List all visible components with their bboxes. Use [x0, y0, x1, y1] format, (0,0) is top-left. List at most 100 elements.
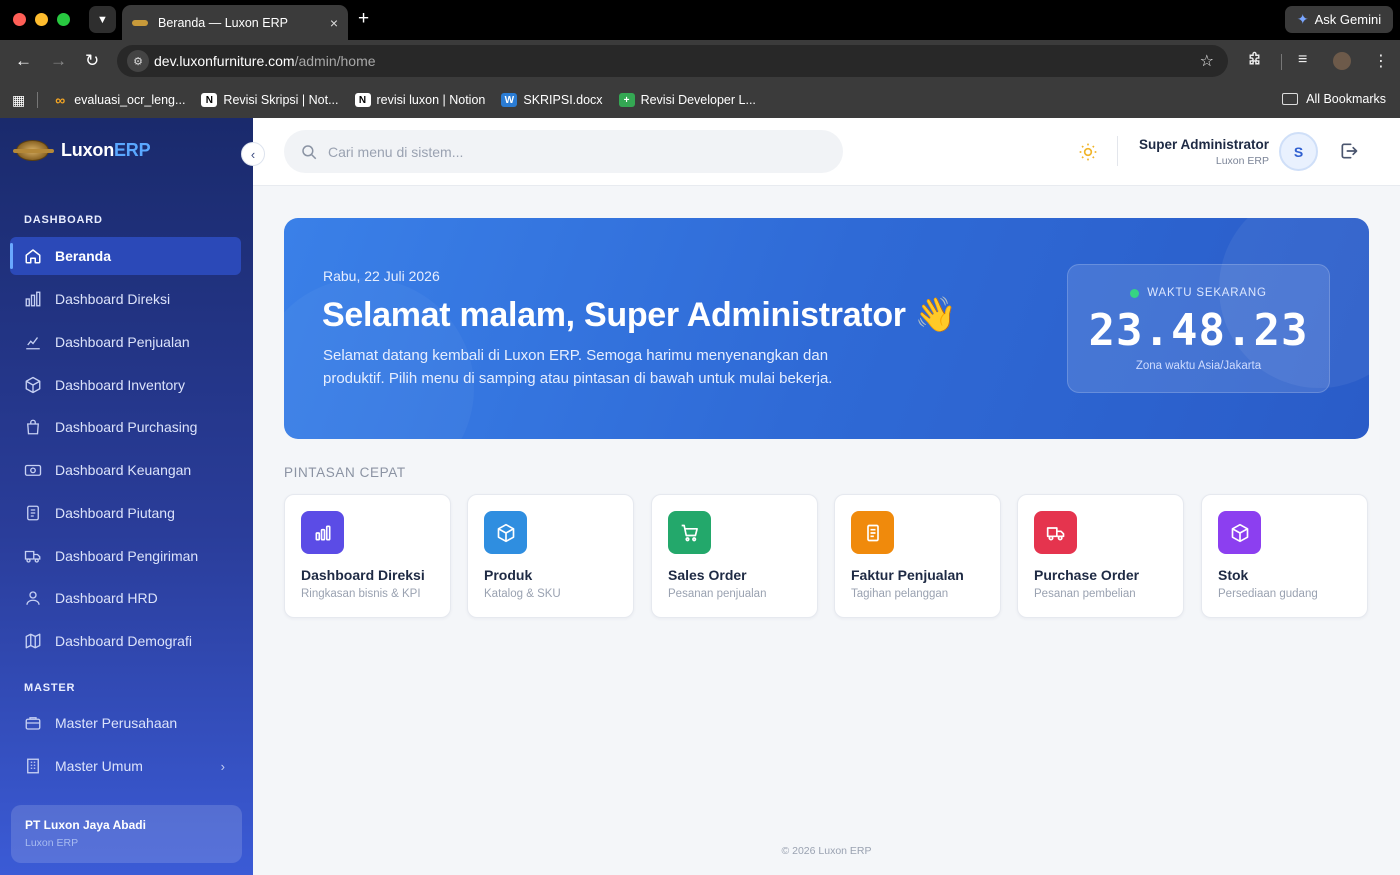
url-host: dev.luxonfurniture.com — [154, 53, 295, 69]
search-icon — [300, 143, 318, 161]
bookmark-item[interactable]: N Revisi Skripsi | Not... — [201, 93, 339, 107]
sidebar-item-dashboard-hrd[interactable]: Dashboard HRD — [10, 579, 241, 617]
favicon-icon — [132, 19, 148, 26]
bookmark-star-icon[interactable]: ☆ — [1200, 51, 1214, 71]
profile-avatar-icon[interactable] — [1333, 52, 1351, 70]
sidebar-item-dashboard-penjualan[interactable]: Dashboard Penjualan — [10, 323, 241, 361]
chevron-down-icon: ▼ — [97, 13, 108, 26]
extensions-icon[interactable] — [1246, 51, 1263, 73]
search-input[interactable] — [328, 143, 808, 160]
bookmark-label: SKRIPSI.docx — [523, 93, 603, 107]
truck-icon — [24, 547, 42, 565]
receipt-icon — [24, 504, 42, 522]
chevron-right-icon: › — [220, 758, 225, 774]
sidebar-item-master-umum[interactable]: Master Umum › — [10, 747, 241, 785]
search-box[interactable] — [284, 130, 843, 173]
shopping-bag-icon — [24, 418, 42, 436]
bookmark-item[interactable]: N revisi luxon | Notion — [354, 93, 486, 107]
bookmark-item[interactable]: ∞ evaluasi_ocr_leng... — [52, 92, 186, 108]
box-icon — [484, 511, 527, 554]
chevron-left-icon: ‹ — [250, 146, 256, 162]
shortcut-title: Purchase Order — [1034, 567, 1140, 583]
truck-icon — [1034, 511, 1077, 554]
sidebar-collapse-button[interactable]: ‹ — [241, 142, 265, 166]
sidebar-item-dashboard-pengiriman[interactable]: Dashboard Pengiriman — [10, 537, 241, 575]
sidebar-item-label: Dashboard Demografi — [55, 633, 192, 649]
site-settings-icon[interactable]: ⚙ — [127, 50, 149, 72]
user-info[interactable]: Super Administrator Luxon ERP — [1139, 137, 1269, 167]
shortcut-title: Produk — [484, 567, 533, 583]
sidebar-item-label: Master Umum — [55, 758, 143, 774]
welcome-banner: Rabu, 22 Juli 2026 Selamat malam, Super … — [284, 218, 1369, 439]
window-close-button[interactable] — [13, 13, 26, 26]
app-root: LuxonERP DASHBOARD Beranda Dashboard Dir… — [0, 118, 1400, 875]
sidebar-item-beranda[interactable]: Beranda — [10, 237, 241, 275]
section-label-master: MASTER — [24, 682, 76, 694]
shortcut-subtitle: Persediaan gudang — [1218, 588, 1318, 600]
bookmarks-bar: ▦ ∞ evaluasi_ocr_leng... N Revisi Skrips… — [0, 82, 1400, 118]
bookmark-item[interactable]: W SKRIPSI.docx — [501, 93, 603, 107]
sun-icon[interactable] — [1078, 142, 1098, 162]
bookmark-label: Revisi Developer L... — [640, 93, 756, 107]
new-tab-button[interactable]: + — [358, 9, 369, 29]
media-control-icon[interactable]: ≡ — [1298, 51, 1307, 69]
shortcut-card-sales-order[interactable]: Sales Order Pesanan penjualan — [651, 494, 818, 618]
avatar[interactable]: S — [1279, 132, 1318, 171]
brand-name: LuxonERP — [61, 140, 151, 160]
word-doc-icon: W — [501, 93, 518, 107]
apps-grid-icon[interactable]: ▦ — [12, 92, 25, 109]
sidebar-item-dashboard-inventory[interactable]: Dashboard Inventory — [10, 366, 241, 404]
clock-timezone: Zona waktu Asia/Jakarta — [1135, 360, 1262, 372]
sidebar-item-dashboard-piutang[interactable]: Dashboard Piutang — [10, 494, 241, 532]
topbar: Super Administrator Luxon ERP S — [253, 118, 1400, 186]
tab-search-button[interactable]: ▼ — [89, 6, 116, 33]
close-icon[interactable]: × — [330, 15, 338, 31]
sidebar-item-dashboard-keuangan[interactable]: Dashboard Keuangan — [10, 451, 241, 489]
dev-icon: + — [618, 93, 635, 107]
shortcut-card-produk[interactable]: Produk Katalog & SKU — [467, 494, 634, 618]
sidebar-item-dashboard-demografi[interactable]: Dashboard Demografi — [10, 622, 241, 660]
sidebar-item-label: Dashboard HRD — [55, 590, 158, 606]
box-icon — [24, 376, 42, 394]
shortcut-subtitle: Pesanan penjualan — [668, 588, 767, 600]
shortcut-card-dashboard-direksi[interactable]: Dashboard Direksi Ringkasan bisnis & KPI — [284, 494, 451, 618]
browser-tab-strip: ▼ Beranda — Luxon ERP × + ✦ Ask Gemini — [0, 0, 1400, 40]
gemini-sparkle-icon: ✦ — [1296, 11, 1309, 27]
bookmark-item[interactable]: + Revisi Developer L... — [618, 93, 756, 107]
address-bar[interactable]: ⚙ dev.luxonfurniture.com/admin/home ☆ — [117, 45, 1228, 77]
building-icon — [24, 757, 42, 775]
reload-icon[interactable]: ↻ — [85, 51, 99, 71]
shortcut-title: Faktur Penjualan — [851, 567, 964, 583]
window-zoom-button[interactable] — [57, 13, 70, 26]
clock-card: WAKTU SEKARANG 23.48.23 Zona waktu Asia/… — [1067, 264, 1330, 393]
sidebar-item-dashboard-purchasing[interactable]: Dashboard Purchasing — [10, 408, 241, 446]
more-menu-icon[interactable]: ⋮ — [1373, 51, 1389, 71]
shortcut-title: Dashboard Direksi — [301, 567, 425, 583]
url-path: /admin/home — [294, 53, 376, 69]
window-minimize-button[interactable] — [35, 13, 48, 26]
topbar-divider — [1117, 136, 1118, 166]
sidebar-item-label: Dashboard Pengiriman — [55, 548, 199, 564]
bookmark-label: revisi luxon | Notion — [376, 93, 486, 107]
company-card[interactable]: PT Luxon Jaya Abadi Luxon ERP — [11, 805, 242, 863]
bookmark-label: evaluasi_ocr_leng... — [74, 93, 186, 107]
ask-gemini-button[interactable]: ✦ Ask Gemini — [1285, 6, 1393, 33]
browser-tab-active[interactable]: Beranda — Luxon ERP × — [122, 5, 348, 40]
shortcut-card-faktur-penjualan[interactable]: Faktur Penjualan Tagihan pelanggan — [834, 494, 1001, 618]
shortcut-subtitle: Katalog & SKU — [484, 588, 561, 600]
sidebar-item-label: Dashboard Penjualan — [55, 334, 190, 350]
clock-label-text: WAKTU SEKARANG — [1147, 287, 1267, 299]
shortcut-card-stok[interactable]: Stok Persediaan gudang — [1201, 494, 1368, 618]
all-bookmarks-button[interactable]: All Bookmarks — [1282, 92, 1386, 106]
sidebar-item-master-perusahaan[interactable]: Master Perusahaan — [10, 704, 241, 742]
all-bookmarks-label: All Bookmarks — [1306, 92, 1386, 106]
sidebar-item-dashboard-direksi[interactable]: Dashboard Direksi — [10, 280, 241, 318]
brand-logo[interactable]: LuxonERP — [13, 140, 151, 161]
forward-arrow-icon[interactable]: → — [50, 51, 67, 71]
shortcut-card-purchase-order[interactable]: Purchase Order Pesanan pembelian — [1017, 494, 1184, 618]
logout-icon[interactable] — [1339, 141, 1359, 161]
back-arrow-icon[interactable]: ← — [15, 51, 32, 71]
browser-toolbar: ← → ↻ ⚙ dev.luxonfurniture.com/admin/hom… — [0, 40, 1400, 82]
luxon-logo-icon — [13, 140, 54, 161]
sidebar: LuxonERP DASHBOARD Beranda Dashboard Dir… — [0, 118, 253, 875]
